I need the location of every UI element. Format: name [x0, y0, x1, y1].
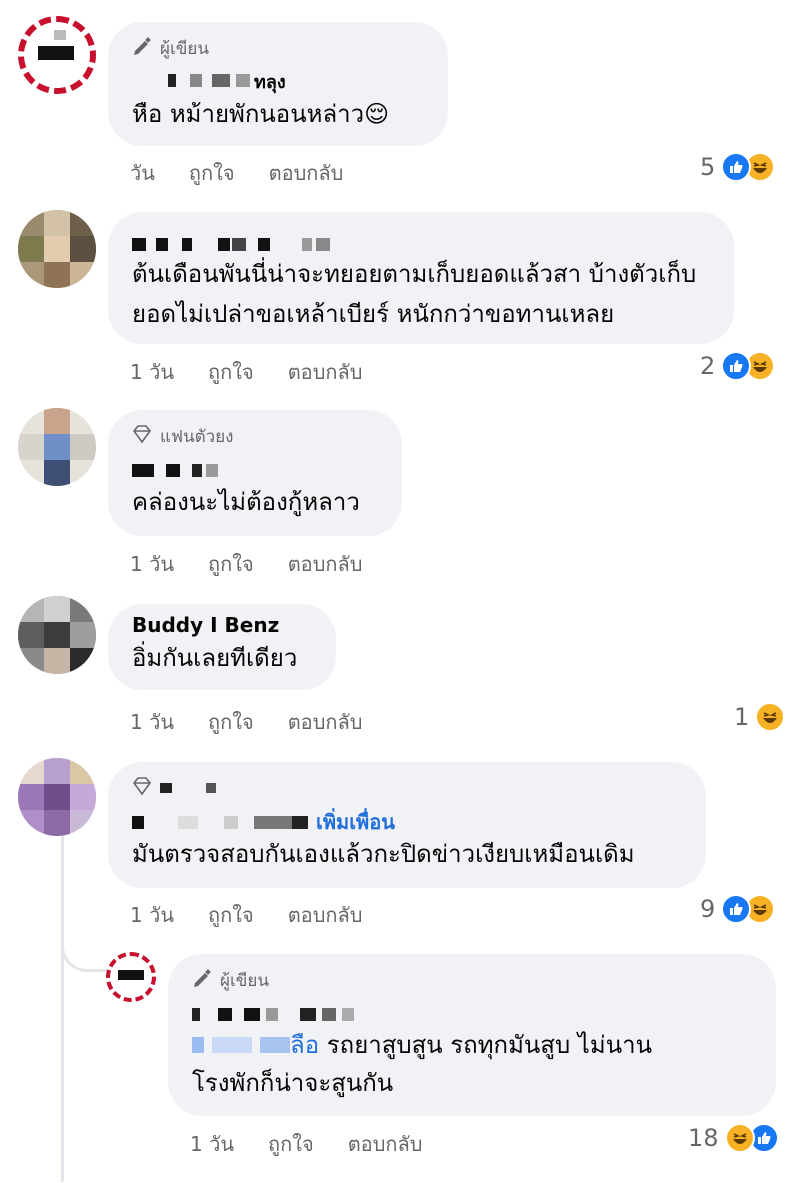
- comment-actions: 1 วัน ถูกใจ ตอบกลับ: [130, 356, 362, 388]
- haha-reaction-icon: [755, 702, 786, 732]
- thread-line: [61, 822, 64, 1182]
- like-button[interactable]: ถูกใจ: [268, 1128, 314, 1160]
- comment-bubble: เพิ่มเพื่อน มันตรวจสอบกันเองแล้วกะปิดข่า…: [108, 762, 706, 888]
- mention-link[interactable]: ลือ: [290, 1031, 319, 1059]
- reaction-summary[interactable]: 2: [700, 351, 776, 381]
- timestamp[interactable]: 1 วัน: [130, 548, 174, 580]
- reaction-count: 2: [700, 352, 716, 380]
- member-badge: [132, 776, 682, 800]
- timestamp[interactable]: วัน: [130, 157, 155, 189]
- like-button[interactable]: ถูกใจ: [189, 157, 235, 189]
- timestamp[interactable]: 1 วัน: [130, 706, 174, 738]
- reply-bubble: ผู้เขียน ลือ รถยาสูบสูน รถทุกมันสูบ ไม่น…: [168, 954, 776, 1116]
- avatar[interactable]: [18, 210, 96, 288]
- comment-bubble: ต้นเดือนพันนี่น่าจะทยอยตามเก็บยอดแล้วสา …: [108, 212, 734, 344]
- author-badge: ผู้เขียน: [192, 968, 752, 992]
- commenter-name[interactable]: [132, 454, 378, 482]
- reaction-summary[interactable]: 1: [734, 702, 786, 732]
- badge-label: ผู้เขียน: [220, 970, 269, 991]
- reaction-summary[interactable]: 18: [688, 1123, 779, 1153]
- comment-text: คล่องนะไม่ต้องกู้หลาว: [132, 488, 360, 516]
- author-badge: ผู้เขียน: [132, 36, 424, 60]
- reply-button[interactable]: ตอบกลับ: [288, 356, 363, 388]
- like-button[interactable]: ถูกใจ: [208, 356, 254, 388]
- pen-icon: [192, 968, 212, 993]
- avatar[interactable]: [18, 16, 96, 94]
- commenter-name[interactable]: ทลุง: [132, 66, 424, 94]
- like-reaction-icon: [721, 894, 752, 924]
- diamond-icon: [132, 776, 152, 801]
- reply-button[interactable]: ตอบกลับ: [348, 1128, 423, 1160]
- comment-actions: 1 วัน ถูกใจ ตอบกลับ: [130, 899, 362, 931]
- timestamp[interactable]: 1 วัน: [130, 356, 174, 388]
- reaction-count: 18: [688, 1124, 719, 1152]
- reply-button[interactable]: ตอบกลับ: [269, 157, 344, 189]
- comment-bubble: แฟนตัวยง คล่องนะไม่ต้องกู้หลาว: [108, 410, 402, 536]
- reaction-count: 1: [734, 703, 750, 731]
- reply-actions: 1 วัน ถูกใจ ตอบกลับ: [190, 1128, 422, 1160]
- avatar[interactable]: [18, 596, 96, 674]
- comment-text: อิ่มกันเลยทีเดียว: [132, 644, 298, 672]
- timestamp[interactable]: 1 วัน: [130, 899, 174, 931]
- comment-actions: 1 วัน ถูกใจ ตอบกลับ: [130, 548, 362, 580]
- pen-icon: [132, 36, 152, 61]
- reply-text: ลือ รถยาสูบสูน รถทุกมันสูบ ไม่นาน โรงพัก…: [192, 1031, 652, 1097]
- comment-bubble: Buddy I Benz อิ่มกันเลยทีเดียว: [108, 604, 336, 690]
- badge-label: แฟนตัวยง: [160, 426, 234, 447]
- commenter-name[interactable]: [132, 232, 710, 254]
- like-reaction-icon: [721, 152, 752, 182]
- comment-text: หือ หม้ายพักนอนหล่าว😌: [132, 100, 390, 128]
- avatar[interactable]: [18, 408, 96, 486]
- commenter-name[interactable]: [192, 998, 752, 1026]
- avatar[interactable]: [106, 952, 156, 1002]
- comment-bubble: ผู้เขียน ทลุง หือ หม้ายพักนอนหล่าว😌: [108, 22, 448, 146]
- comment-text: ต้นเดือนพันนี่น่าจะทยอยตามเก็บยอดแล้วสา …: [132, 260, 697, 328]
- avatar[interactable]: [18, 758, 96, 836]
- add-friend-link[interactable]: เพิ่มเพื่อน: [316, 806, 395, 838]
- badge-label: ผู้เขียน: [160, 38, 209, 59]
- commenter-name[interactable]: เพิ่มเพื่อน: [132, 806, 682, 834]
- fan-badge: แฟนตัวยง: [132, 424, 378, 448]
- comment-text: มันตรวจสอบกันเองแล้วกะปิดข่าวเงียบเหมือน…: [132, 840, 635, 868]
- reaction-count: 9: [700, 895, 716, 923]
- reaction-summary[interactable]: 5: [700, 152, 776, 182]
- like-button[interactable]: ถูกใจ: [208, 548, 254, 580]
- timestamp[interactable]: 1 วัน: [190, 1128, 234, 1160]
- like-reaction-icon: [721, 351, 752, 381]
- reply-button[interactable]: ตอบกลับ: [288, 899, 363, 931]
- like-button[interactable]: ถูกใจ: [208, 899, 254, 931]
- like-button[interactable]: ถูกใจ: [208, 706, 254, 738]
- haha-reaction-icon: [724, 1123, 755, 1153]
- reply-button[interactable]: ตอบกลับ: [288, 548, 363, 580]
- comment-actions: 1 วัน ถูกใจ ตอบกลับ: [130, 706, 362, 738]
- commenter-name[interactable]: Buddy I Benz: [132, 614, 312, 640]
- reaction-summary[interactable]: 9: [700, 894, 776, 924]
- comment-actions: วัน ถูกใจ ตอบกลับ: [130, 157, 343, 189]
- thread-branch: [61, 920, 109, 972]
- diamond-icon: [132, 424, 152, 449]
- reaction-count: 5: [700, 153, 716, 181]
- reply-button[interactable]: ตอบกลับ: [288, 706, 363, 738]
